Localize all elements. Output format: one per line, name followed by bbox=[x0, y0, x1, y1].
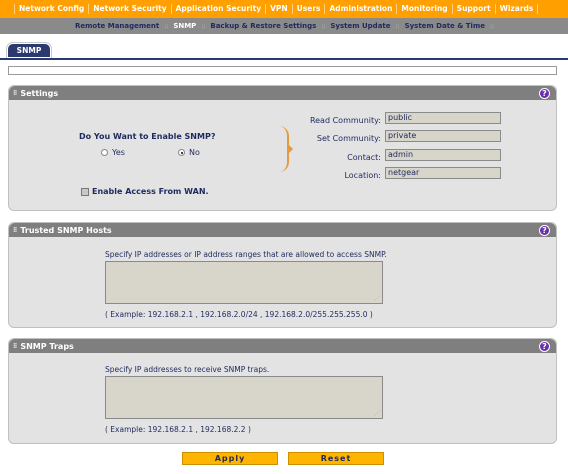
enable-wan-checkbox[interactable] bbox=[81, 187, 89, 196]
nav-monitoring[interactable]: Monitoring bbox=[396, 4, 451, 14]
help-icon[interactable]: ? bbox=[539, 225, 550, 236]
read-community-label: Read Community: bbox=[309, 116, 381, 125]
help-icon[interactable]: ? bbox=[539, 341, 550, 352]
sub-nav: Remote Management :: SNMP :: Backup & Re… bbox=[0, 18, 568, 34]
grip-icon: ⁞⁞ bbox=[13, 89, 17, 97]
subnav-separator: :: bbox=[164, 22, 169, 30]
nav-support[interactable]: Support bbox=[451, 4, 495, 14]
settings-header: ⁞⁞ Settings ? bbox=[9, 86, 556, 100]
trusted-hosts-textarea[interactable]: ⋰ bbox=[105, 261, 383, 304]
location-label: Location: bbox=[344, 171, 381, 180]
nav-wizards[interactable]: Wizards bbox=[494, 4, 539, 14]
nav-administration[interactable]: Administration bbox=[324, 4, 396, 14]
nav-network-config[interactable]: Network Config bbox=[14, 4, 88, 14]
grip-icon: ⁞⁞ bbox=[13, 342, 17, 350]
settings-title: Settings bbox=[20, 88, 59, 98]
radio-yes[interactable] bbox=[101, 149, 108, 156]
nav-users[interactable]: Users bbox=[291, 4, 325, 14]
read-community-input[interactable]: public bbox=[385, 112, 501, 124]
enable-snmp-question: Do You Want to Enable SNMP? bbox=[79, 132, 216, 141]
help-icon[interactable]: ? bbox=[539, 88, 550, 99]
radio-no-label: No bbox=[189, 148, 200, 157]
set-community-input[interactable]: private bbox=[385, 130, 501, 142]
trusted-hosts-description: Specify IP addresses or IP address range… bbox=[105, 250, 387, 259]
trusted-hosts-example: ( Example: 192.168.2.1 , 192.168.2.0/24 … bbox=[105, 310, 373, 319]
contact-input[interactable]: admin bbox=[385, 149, 501, 161]
subnav-snmp[interactable]: SNMP bbox=[170, 22, 199, 30]
resize-grip-icon[interactable]: ⋰ bbox=[374, 295, 380, 302]
subnav-separator: :: bbox=[489, 22, 495, 30]
apply-button[interactable]: Apply bbox=[182, 452, 278, 465]
subnav-remote-management[interactable]: Remote Management bbox=[72, 22, 162, 30]
enable-wan-label: Enable Access From WAN. bbox=[92, 187, 209, 196]
subnav-backup-restore[interactable]: Backup & Restore Settings bbox=[207, 22, 319, 30]
nav-network-security[interactable]: Network Security bbox=[88, 4, 170, 14]
settings-panel: ⁞⁞ Settings ? Do You Want to Enable SNMP… bbox=[8, 85, 557, 211]
trusted-hosts-panel: ⁞⁞ Trusted SNMP Hosts ? Specify IP addre… bbox=[8, 222, 557, 328]
subnav-separator: :: bbox=[321, 22, 326, 30]
snmp-traps-header: ⁞⁞ SNMP Traps ? bbox=[9, 339, 556, 353]
subnav-separator: :: bbox=[395, 22, 400, 30]
snmp-traps-panel: ⁞⁞ SNMP Traps ? Specify IP addresses to … bbox=[8, 338, 557, 444]
nav-vpn[interactable]: VPN bbox=[265, 4, 292, 14]
status-bar bbox=[8, 66, 557, 75]
brace-arrow-icon bbox=[288, 144, 293, 154]
radio-yes-label: Yes bbox=[112, 148, 125, 157]
subnav-system-update[interactable]: System Update bbox=[327, 22, 393, 30]
grip-icon: ⁞⁞ bbox=[13, 226, 17, 234]
contact-label: Contact: bbox=[347, 153, 381, 162]
reset-button[interactable]: Reset bbox=[288, 452, 384, 465]
location-input[interactable]: netgear bbox=[385, 167, 501, 179]
radio-no[interactable] bbox=[178, 149, 185, 156]
set-community-label: Set Community: bbox=[316, 134, 381, 143]
tab-snmp[interactable]: SNMP bbox=[6, 42, 52, 59]
tab-underline bbox=[0, 58, 568, 60]
nav-application-security[interactable]: Application Security bbox=[170, 4, 265, 14]
top-nav: Network Config Network Security Applicat… bbox=[0, 0, 568, 18]
subnav-separator: :: bbox=[201, 22, 206, 30]
snmp-traps-example: ( Example: 192.168.2.1 , 192.168.2.2 ) bbox=[105, 425, 251, 434]
snmp-traps-description: Specify IP addresses to receive SNMP tra… bbox=[105, 365, 270, 374]
trusted-hosts-header: ⁞⁞ Trusted SNMP Hosts ? bbox=[9, 223, 556, 237]
subnav-system-date-time[interactable]: System Date & Time bbox=[402, 22, 488, 30]
enable-wan-row[interactable]: Enable Access From WAN. bbox=[81, 187, 209, 196]
snmp-traps-title: SNMP Traps bbox=[20, 341, 74, 351]
radio-no-row[interactable]: No bbox=[178, 148, 200, 157]
snmp-traps-textarea[interactable]: ⋰ bbox=[105, 376, 383, 419]
trusted-hosts-title: Trusted SNMP Hosts bbox=[20, 225, 112, 235]
radio-yes-row[interactable]: Yes bbox=[101, 148, 125, 157]
resize-grip-icon[interactable]: ⋰ bbox=[374, 410, 380, 417]
